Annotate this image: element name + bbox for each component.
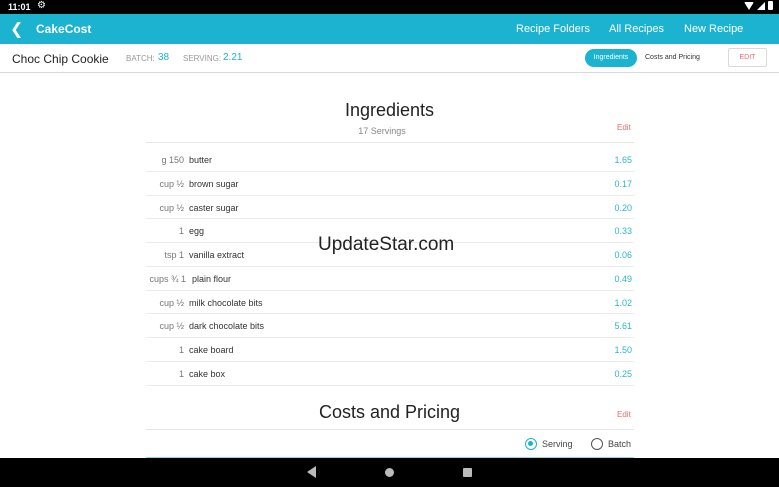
ingredient-row[interactable]: 1 egg 0.33	[146, 219, 634, 243]
costs-title: Costs and Pricing	[318, 402, 461, 422]
app-bar: ❮ CakeCost Recipe Folders All Recipes Ne…	[0, 14, 779, 44]
ingredient-cost: 5.61	[614, 321, 632, 332]
serving-label: SERVING:	[183, 54, 222, 63]
ingredients-title: Ingredients	[344, 100, 435, 120]
ingredient-cost: 0.17	[614, 178, 632, 189]
ingredient-row[interactable]: 1 cake board 1.50	[146, 338, 634, 362]
ingredient-name: vanilla extract	[189, 250, 245, 260]
divider	[146, 429, 634, 430]
divider	[146, 142, 634, 143]
ingredient-cost: 0.33	[614, 226, 632, 237]
status-bar: 11:01 ⚙	[0, 0, 779, 14]
batch-radio[interactable]: Batch	[591, 438, 631, 450]
gear-icon: ⚙	[37, 0, 46, 11]
ingredient-qty: 150 g	[161, 155, 184, 165]
ingredient-name: milk chocolate bits	[189, 297, 263, 308]
system-nav-bar	[0, 458, 779, 487]
batch-radio-label: Batch	[608, 439, 632, 449]
nav-recents-icon[interactable]	[463, 468, 472, 477]
ingredient-cost: 0.06	[614, 250, 632, 260]
tab-ingredients[interactable]: Ingredients	[585, 49, 637, 67]
ingredient-row[interactable]: ½ cup dark chocolate bits 5.61	[146, 314, 634, 338]
ingredient-cost: 1.02	[614, 297, 632, 308]
ingredients-list: 150 g butter 1.65 ½ cup brown sugar 0.17…	[146, 148, 634, 386]
serving-value: 2.21	[223, 52, 243, 63]
ingredient-cost: 1.65	[614, 155, 632, 165]
ingredient-row[interactable]: 1 cake box 0.25	[146, 362, 634, 386]
serving-radio-label: Serving	[542, 439, 573, 449]
serving-radio[interactable]: Serving	[525, 438, 573, 450]
nav-back-icon[interactable]	[307, 466, 316, 478]
ingredient-qty: ½ cup	[159, 321, 184, 332]
ingredient-qty: 1	[178, 345, 184, 355]
ingredient-name: cake board	[189, 345, 234, 355]
status-time: 11:01	[8, 2, 31, 12]
ingredient-qty: 1	[178, 226, 184, 237]
ingredient-cost: 1.50	[614, 345, 632, 355]
ingredient-row[interactable]: ½ cup caster sugar 0.20	[146, 196, 634, 220]
recipe-content[interactable]: Ingredients 17 Servings Edit 150 g butte…	[0, 74, 779, 458]
ingredient-cost: 0.49	[614, 273, 632, 284]
servings-count: 17 Servings	[358, 126, 406, 136]
back-arrow-icon[interactable]: ❮	[10, 19, 23, 39]
nav-all-recipes[interactable]: All Recipes	[609, 23, 664, 35]
wifi-icon	[744, 1, 754, 10]
batch-label: BATCH:	[126, 54, 155, 63]
tab-costs-and-pricing[interactable]: Costs and Pricing	[645, 54, 700, 61]
nav-new-recipe[interactable]: New Recipe	[684, 23, 743, 35]
ingredient-name: butter	[189, 155, 213, 165]
ingredient-name: caster sugar	[189, 202, 239, 213]
ingredient-row[interactable]: 1 tsp vanilla extract 0.06	[146, 243, 634, 267]
ingredient-row[interactable]: 1 ¾ cups plain flour 0.49	[146, 267, 634, 291]
ingredient-qty: 1	[178, 368, 184, 379]
edit-costs-link[interactable]: Edit	[617, 410, 631, 419]
ingredient-name: egg	[189, 226, 205, 237]
nav-recipe-folders[interactable]: Recipe Folders	[516, 23, 590, 35]
ingredient-row[interactable]: 150 g butter 1.65	[146, 148, 634, 172]
ingredient-qty: ½ cup	[159, 202, 184, 213]
ingredient-name: brown sugar	[189, 178, 239, 189]
ingredient-qty: 1 tsp	[164, 250, 184, 260]
signal-icon	[757, 1, 765, 10]
status-icons	[744, 1, 773, 10]
radio-unselected-icon	[591, 438, 603, 450]
ingredient-qty: ½ cup	[159, 178, 184, 189]
ingredient-cost: 0.25	[614, 368, 632, 379]
edit-recipe-button[interactable]: EDIT	[728, 48, 767, 67]
app-title: CakeCost	[36, 22, 92, 36]
nav-home-icon[interactable]	[385, 468, 394, 477]
ingredient-row[interactable]: ½ cup brown sugar 0.17	[146, 172, 634, 196]
recipe-name: Choc Chip Cookie	[12, 52, 109, 66]
ingredient-cost: 0.20	[614, 202, 632, 213]
ingredient-name: plain flour	[192, 273, 232, 284]
ingredient-row[interactable]: ½ cup milk chocolate bits 1.02	[146, 291, 634, 315]
ingredient-qty: ½ cup	[159, 297, 184, 308]
ingredient-qty: 1 ¾ cups	[149, 273, 186, 284]
batch-value: 38	[158, 52, 170, 63]
radio-selected-icon	[525, 438, 537, 450]
ingredient-name: cake box	[189, 368, 226, 379]
battery-icon	[768, 1, 773, 10]
ingredient-name: dark chocolate bits	[189, 321, 265, 332]
edit-ingredients-link[interactable]: Edit	[617, 123, 631, 132]
recipe-header: Choc Chip Cookie BATCH: 38 SERVING: 2.21…	[0, 44, 779, 73]
